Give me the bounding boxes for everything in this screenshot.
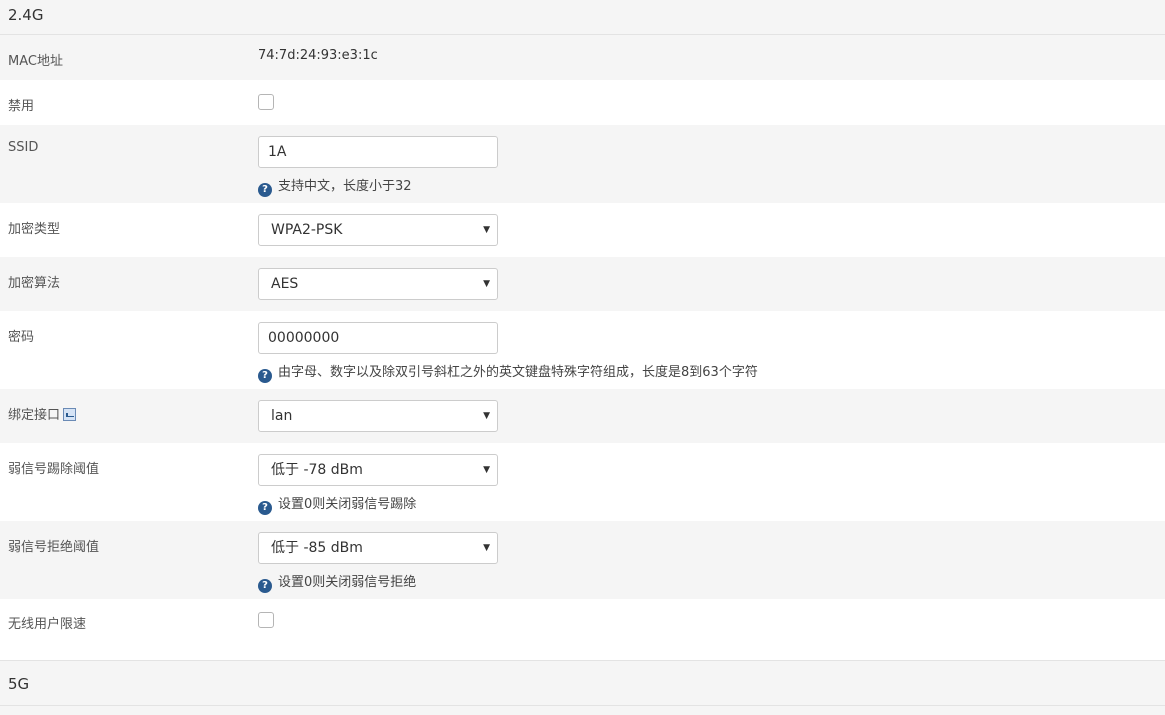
rate-limit-label: 无线用户限速 bbox=[8, 617, 87, 632]
row-weak-signal-reject: 弱信号拒绝阈值 低于 -85 dBm ▼ ? 设置0则关闭弱信号拒绝 bbox=[0, 521, 1165, 599]
disable-checkbox[interactable] bbox=[258, 94, 274, 110]
caret-down-icon: ▼ bbox=[483, 465, 490, 475]
row-next bbox=[0, 706, 1165, 715]
row-encryption-algorithm: 加密算法 AES ▼ bbox=[0, 257, 1165, 311]
weak-signal-kick-help: ? 设置0则关闭弱信号踢除 bbox=[258, 493, 416, 515]
encryption-type-select[interactable]: WPA2-PSK ▼ bbox=[258, 214, 498, 246]
row-password: 密码 00000000 ? 由字母、数字以及除双引号斜杠之外的英文键盘特殊字符组成… bbox=[0, 311, 1165, 389]
row-bind-interface: 绑定接口 lan ▼ bbox=[0, 389, 1165, 443]
mac-address-label: MAC地址 bbox=[8, 54, 63, 69]
ssid-help-text: 支持中文，长度小于32 bbox=[278, 179, 412, 194]
rate-limit-checkbox[interactable] bbox=[258, 612, 274, 628]
weak-signal-kick-value: 低于 -78 dBm bbox=[271, 462, 363, 478]
row-ssid: SSID 1A ? 支持中文，长度小于32 bbox=[0, 125, 1165, 203]
encryption-algorithm-select[interactable]: AES ▼ bbox=[258, 268, 498, 300]
encryption-algorithm-value: AES bbox=[271, 276, 299, 292]
bind-interface-label-text: 绑定接口 bbox=[8, 408, 61, 423]
section-header-2-4g: 2.4G bbox=[0, 0, 1165, 35]
ssid-label: SSID bbox=[8, 140, 39, 155]
row-encryption-type: 加密类型 WPA2-PSK ▼ bbox=[0, 203, 1165, 257]
bind-interface-label: 绑定接口 bbox=[8, 404, 77, 423]
ssid-help: ? 支持中文，长度小于32 bbox=[258, 175, 412, 197]
weak-signal-reject-select[interactable]: 低于 -85 dBm ▼ bbox=[258, 532, 498, 564]
weak-signal-reject-value: 低于 -85 dBm bbox=[271, 540, 363, 556]
ssid-input[interactable]: 1A bbox=[258, 136, 498, 168]
encryption-type-value: WPA2-PSK bbox=[271, 222, 343, 238]
section-title: 5G bbox=[8, 675, 30, 693]
weak-signal-reject-help: ? 设置0则关闭弱信号拒绝 bbox=[258, 571, 416, 593]
question-circle-icon: ? bbox=[258, 183, 272, 197]
weak-signal-kick-help-text: 设置0则关闭弱信号踢除 bbox=[278, 497, 417, 512]
caret-down-icon: ▼ bbox=[483, 225, 490, 235]
password-label: 密码 bbox=[8, 330, 35, 345]
disable-label: 禁用 bbox=[8, 99, 35, 114]
row-mac-address: MAC地址 74:7d:24:93:e3:1c bbox=[0, 35, 1165, 80]
question-circle-icon: ? bbox=[258, 579, 272, 593]
row-weak-signal-kick: 弱信号踢除阈值 低于 -78 dBm ▼ ? 设置0则关闭弱信号踢除 bbox=[0, 443, 1165, 521]
password-help: ? 由字母、数字以及除双引号斜杠之外的英文键盘特殊字符组成，长度是8到63个字符 bbox=[258, 361, 758, 383]
encryption-algorithm-label: 加密算法 bbox=[8, 276, 61, 291]
section-title: 2.4G bbox=[8, 6, 44, 24]
caret-down-icon: ▼ bbox=[483, 411, 490, 421]
question-circle-icon: ? bbox=[258, 501, 272, 515]
password-help-text: 由字母、数字以及除双引号斜杠之外的英文键盘特殊字符组成，长度是8到63个字符 bbox=[278, 365, 758, 380]
question-circle-icon: ? bbox=[258, 369, 272, 383]
row-disable: 禁用 bbox=[0, 80, 1165, 125]
interface-link-icon[interactable] bbox=[63, 408, 77, 421]
caret-down-icon: ▼ bbox=[483, 279, 490, 289]
section-header-5g: 5G bbox=[0, 661, 1165, 706]
weak-signal-kick-select[interactable]: 低于 -78 dBm ▼ bbox=[258, 454, 498, 486]
weak-signal-kick-label: 弱信号踢除阈值 bbox=[8, 462, 100, 477]
bind-interface-value: lan bbox=[271, 408, 293, 424]
encryption-type-label: 加密类型 bbox=[8, 222, 61, 237]
bind-interface-select[interactable]: lan ▼ bbox=[258, 400, 498, 432]
weak-signal-reject-label: 弱信号拒绝阈值 bbox=[8, 540, 100, 555]
password-input[interactable]: 00000000 bbox=[258, 322, 498, 354]
row-rate-limit: 无线用户限速 bbox=[0, 599, 1165, 661]
mac-address-value: 74:7d:24:93:e3:1c bbox=[258, 48, 378, 63]
weak-signal-reject-help-text: 设置0则关闭弱信号拒绝 bbox=[278, 575, 417, 590]
caret-down-icon: ▼ bbox=[483, 543, 490, 553]
